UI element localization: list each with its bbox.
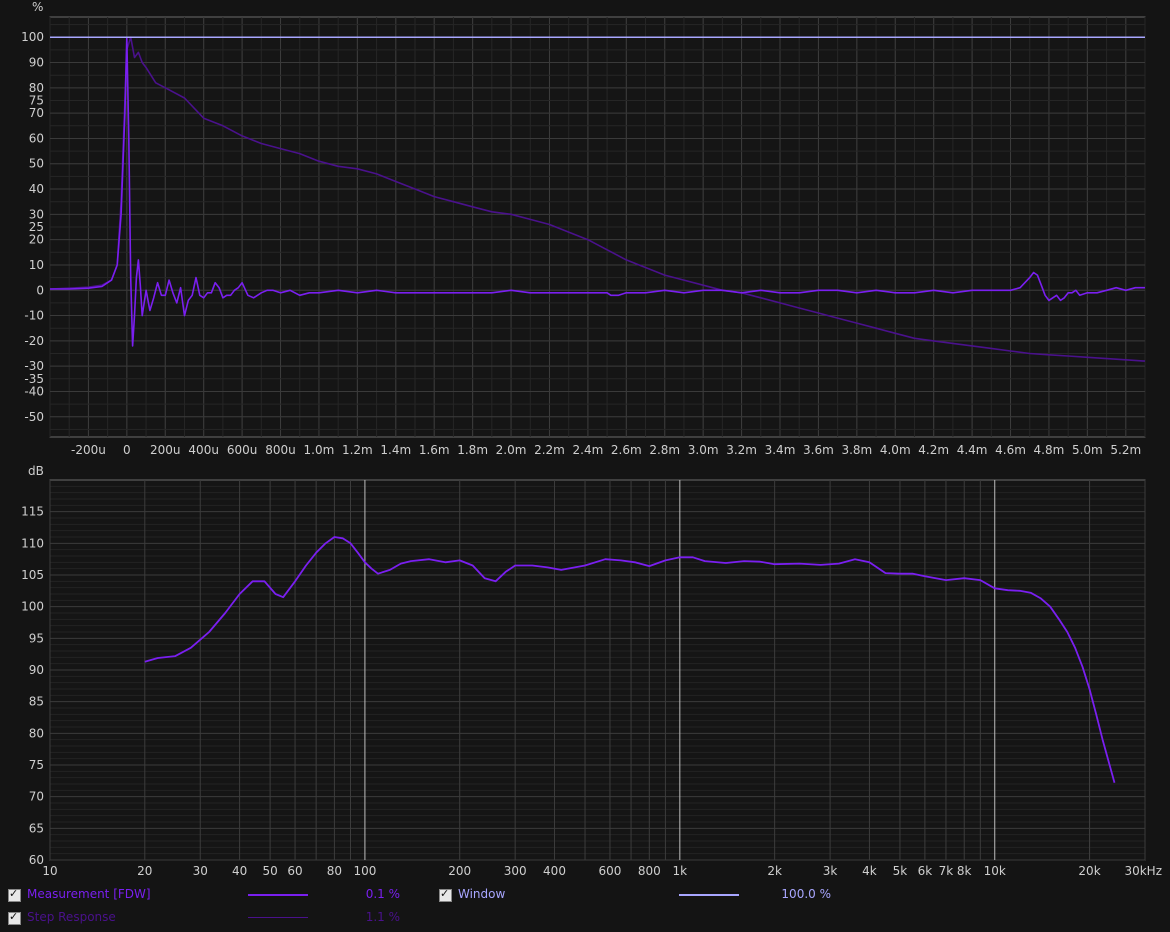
x-tick-label: 50 <box>262 864 277 878</box>
y-tick-label: 70 <box>29 106 44 120</box>
y-tick-label: 90 <box>29 663 44 677</box>
x-tick-label: 3.4m <box>765 443 796 457</box>
x-tick-label: 3.8m <box>841 443 872 457</box>
x-tick-label: 200u <box>150 443 181 457</box>
x-tick-label: 300 <box>504 864 527 878</box>
x-tick-label: 400 <box>543 864 566 878</box>
x-tick-label: 10 <box>42 864 57 878</box>
x-tick-label: 600u <box>227 443 258 457</box>
x-tick-label: -200u <box>71 443 106 457</box>
y-tick-label: 75 <box>29 758 44 772</box>
x-tick-label: 1.8m <box>457 443 488 457</box>
y-tick-label: -20 <box>24 334 44 348</box>
x-tick-label: 200 <box>448 864 471 878</box>
y-tick-label: 70 <box>29 790 44 804</box>
x-tick-label: 4.4m <box>957 443 988 457</box>
x-tick-label: 1.4m <box>380 443 411 457</box>
x-tick-label: 20k <box>1078 864 1100 878</box>
x-tick-label: 0 <box>123 443 131 457</box>
x-tick-label: 1.0m <box>304 443 335 457</box>
x-tick-label: 60 <box>287 864 302 878</box>
x-tick-label: 400u <box>188 443 219 457</box>
x-tick-label: 4.2m <box>918 443 949 457</box>
y-tick-label: 115 <box>21 505 44 519</box>
chart-area: 10090807570605040302520100-10-20-30-35-4… <box>21 0 1162 878</box>
y-tick-label: 90 <box>29 56 44 70</box>
time-plot-x-tick-labels: -200u 0 200u 400u 600u 800u 1.0m 1.2m 1.4m 1.6m 1.… <box>71 443 1141 457</box>
y-tick-label: 20 <box>29 233 44 247</box>
x-tick-label: 1.6m <box>419 443 450 457</box>
legend-swatch-step-response <box>248 917 308 918</box>
y-tick-label: 100 <box>21 30 44 44</box>
x-tick-label: 30kHz <box>1124 864 1162 878</box>
x-tick-label: 4.6m <box>995 443 1026 457</box>
x-tick-label: 3.6m <box>803 443 834 457</box>
x-tick-label: 2.6m <box>611 443 642 457</box>
x-tick-label: 4.0m <box>880 443 911 457</box>
legend-value-measurement: 0.1 % <box>365 887 400 901</box>
y-tick-label: 105 <box>21 568 44 582</box>
x-tick-label: 5.0m <box>1072 443 1103 457</box>
x-tick-label: 40 <box>232 864 247 878</box>
x-tick-label: 10k <box>984 864 1006 878</box>
legend-label-step-response: Step Response <box>27 910 116 924</box>
legend-label-measurement: Measurement [FDW] <box>27 887 151 901</box>
legend-label-window: Window <box>458 887 506 901</box>
y-tick-label: 80 <box>29 726 44 740</box>
x-tick-label: 3.2m <box>726 443 757 457</box>
x-tick-label: 2.2m <box>534 443 565 457</box>
window-checkbox[interactable] <box>439 887 452 902</box>
y-tick-label: 85 <box>29 695 44 709</box>
y-tick-label: -10 <box>24 309 44 323</box>
y-tick-label: -50 <box>24 410 44 424</box>
x-tick-label: 3.0m <box>688 443 719 457</box>
x-tick-label: 6k <box>918 864 933 878</box>
legend-row-step-response: Step Response 1.1 % <box>0 907 1170 929</box>
x-tick-label: 80 <box>327 864 342 878</box>
time-plot-y-unit: % <box>32 0 43 14</box>
legend-value-step-response: 1.1 % <box>365 910 400 924</box>
y-tick-label: 65 <box>29 821 44 835</box>
x-tick-label: 8k <box>957 864 972 878</box>
legend-swatch-measurement <box>248 894 308 896</box>
x-tick-label: 800u <box>265 443 296 457</box>
x-tick-label: 1.2m <box>342 443 373 457</box>
frequency-plot-grid <box>49 480 1146 861</box>
y-tick-label: 40 <box>29 182 44 196</box>
x-tick-label: 20 <box>137 864 152 878</box>
step-response-checkbox[interactable] <box>8 910 21 925</box>
x-tick-label: 7k <box>939 864 954 878</box>
measurement-checkbox[interactable] <box>8 887 21 902</box>
x-tick-label: 4.8m <box>1034 443 1065 457</box>
frequency-plot-y-unit: dB <box>28 464 44 478</box>
time-plot-y-tick-labels: 10090807570605040302520100-10-20-30-35-4… <box>21 30 44 424</box>
x-tick-label: 2.8m <box>649 443 680 457</box>
x-tick-label: 2.0m <box>496 443 527 457</box>
frequency-plot-x-tick-labels: 10 20 30 40 50 60 80 100 200 300 400 600 800 1k 2k 3k 4k… <box>42 864 1162 878</box>
legend-swatch-window <box>679 894 739 896</box>
y-tick-label: 110 <box>21 536 44 550</box>
y-tick-label: -40 <box>24 384 44 398</box>
legend-value-window: 100.0 % <box>781 887 831 901</box>
x-tick-label: 3k <box>823 864 838 878</box>
x-tick-label: 100 <box>353 864 376 878</box>
y-tick-label: 100 <box>21 600 44 614</box>
x-tick-label: 5.2m <box>1110 443 1141 457</box>
y-tick-label: 10 <box>29 258 44 272</box>
y-tick-label: 50 <box>29 157 44 171</box>
y-tick-label: 60 <box>29 131 44 145</box>
frequency-plot-y-tick-labels: 1151101051009590858075706560 <box>21 505 44 867</box>
x-tick-label: 1k <box>673 864 688 878</box>
y-tick-label: 0 <box>36 283 44 297</box>
x-tick-label: 800 <box>638 864 661 878</box>
x-tick-label: 600 <box>599 864 622 878</box>
x-tick-label: 4k <box>862 864 877 878</box>
x-tick-label: 2.4m <box>573 443 604 457</box>
x-tick-label: 5k <box>893 864 908 878</box>
x-tick-label: 2k <box>767 864 782 878</box>
x-tick-label: 30 <box>193 864 208 878</box>
legend-row-measurement: Measurement [FDW] 0.1 % Window 100.0 % <box>0 884 1170 906</box>
y-tick-label: 95 <box>29 631 44 645</box>
